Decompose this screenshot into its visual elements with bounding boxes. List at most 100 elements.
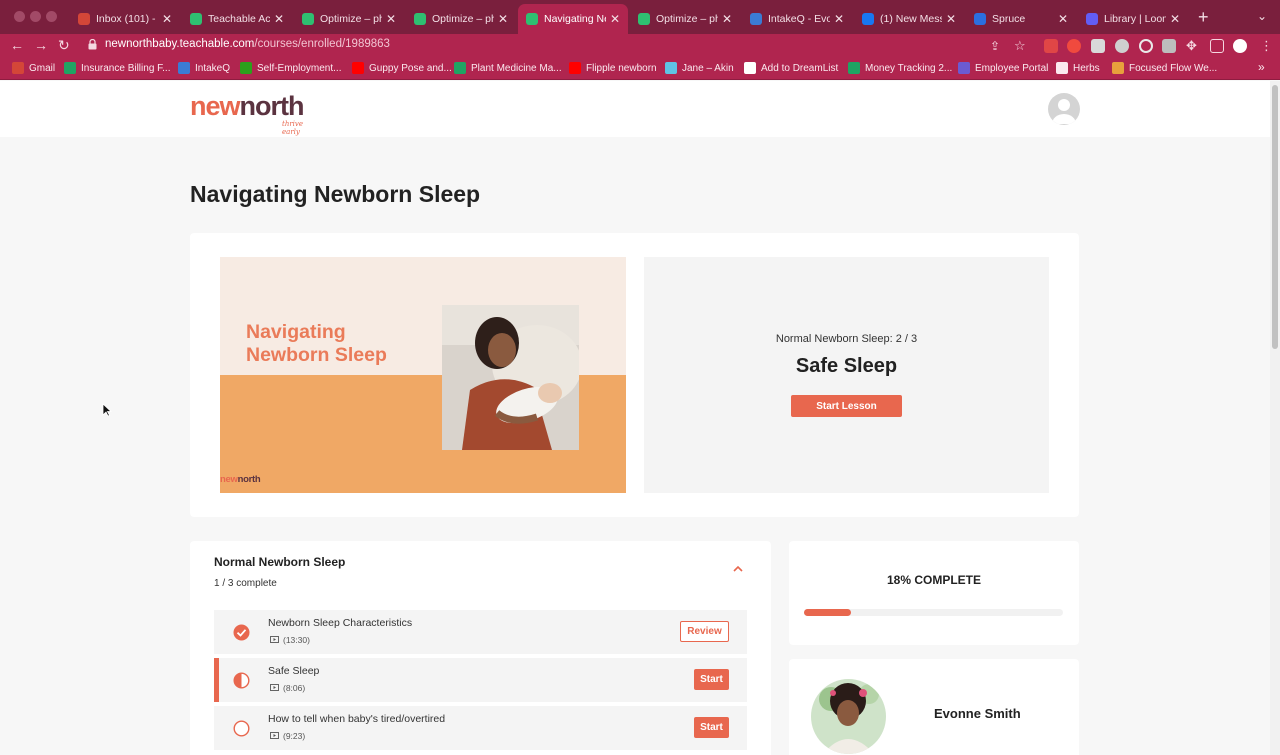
extension-icon-2[interactable] [1067,39,1081,53]
logo-new-text: new [190,91,241,121]
close-tab-icon[interactable]: ✕ [1170,12,1180,26]
bookmark-favicon-icon [848,62,860,74]
page-content: newnorth thrive early Navigating Newborn… [0,81,1280,755]
chevron-up-icon[interactable] [732,564,744,574]
url-path: /courses/enrolled/1989863 [254,38,390,50]
lesson-row[interactable]: Safe Sleep (8:06) Start [214,658,747,702]
browser-tab[interactable]: Inbox (101) - ev ✕ [70,6,180,31]
bookmark-favicon-icon [352,62,364,74]
lesson-name: How to tell when baby's tired/overtired [268,713,446,725]
lesson-duration-text: (9:23) [283,731,306,741]
bookmark-favicon-icon [178,62,190,74]
close-tab-icon[interactable]: ✕ [498,12,508,26]
profile-avatar-icon[interactable] [1233,39,1247,53]
bookmark-label: Focused Flow We... [1129,62,1218,74]
extension-icon-5[interactable] [1162,39,1176,53]
tab-title: Spruce [992,12,1026,25]
lesson-row[interactable]: Newborn Sleep Characteristics (13:30) Revi… [214,610,747,654]
browser-tab[interactable]: Navigating New ✕ [518,4,628,34]
bookmark-item[interactable]: IntakeQ [178,62,230,74]
bookmark-item[interactable]: Insurance Billing F... [64,62,171,74]
extension-icon-4[interactable] [1115,39,1129,53]
bookmark-item[interactable]: Money Tracking 2... [848,62,952,74]
site-header: newnorth thrive early [0,81,1270,137]
forward-arrow-icon[interactable]: → [34,37,48,53]
close-tab-icon[interactable]: ✕ [162,12,172,26]
bookmark-item[interactable]: Flipple newborn [569,62,657,74]
close-tab-icon[interactable]: ✕ [834,12,844,26]
lesson-start-button[interactable]: Start [694,669,729,690]
hero-mini-logo: newnorth [220,474,261,485]
share-icon[interactable]: ⇪ [990,39,1000,53]
close-window-button[interactable] [14,11,25,22]
video-icon [270,636,279,643]
close-tab-icon[interactable]: ✕ [274,12,284,26]
bookmark-label: Plant Medicine Ma... [471,62,562,74]
extension-icon-3[interactable] [1091,39,1105,53]
browser-menu-kebab-icon[interactable]: ⋮ [1260,38,1273,54]
bookmark-star-icon[interactable]: ☆ [1014,38,1026,54]
tab-favicon-icon [638,12,650,25]
lesson-start-button[interactable]: Start [694,717,729,738]
clock-extension-icon[interactable] [1139,39,1153,53]
tab-search-chevron-icon[interactable]: ⌄ [1257,9,1267,23]
close-tab-icon[interactable]: ✕ [722,12,732,26]
hero-mini-logo-b: north [237,474,261,485]
browser-tab[interactable]: Spruce ✕ [966,6,1076,31]
bookmark-favicon-icon [454,62,466,74]
progress-percent-label: 18% COMPLETE [886,573,982,587]
close-tab-icon[interactable]: ✕ [386,12,396,26]
page-scrollbar-thumb[interactable] [1272,85,1278,349]
bookmark-item[interactable]: Self-Employment... [240,62,341,74]
tab-favicon-icon [750,12,762,25]
more-bookmarks-chevron-icon[interactable]: » [1258,60,1265,74]
curriculum-section-card: Normal Newborn Sleep 1 / 3 complete Newb… [190,541,771,755]
zoom-window-button[interactable] [46,11,57,22]
lock-icon[interactable] [88,39,97,50]
tab-favicon-icon [414,12,426,25]
bookmark-item[interactable]: Focused Flow We... [1112,62,1217,74]
newnorth-logo[interactable]: newnorth thrive early [190,91,304,136]
next-lesson-section-label: Normal Newborn Sleep: 2 / 3 [775,333,918,345]
address-bar-input[interactable]: newnorthbaby.teachable.com/courses/enrol… [105,38,390,50]
hero-mini-logo-a: new [220,474,238,485]
bookmark-item[interactable]: Guppy Pose and... [352,62,452,74]
close-tab-icon[interactable]: ✕ [1058,12,1068,26]
lesson-row[interactable]: How to tell when baby's tired/overtired (… [214,706,747,750]
tab-title: Library | Loom [1104,12,1166,25]
browser-tab[interactable]: Optimize – pha ✕ [630,6,740,31]
close-tab-icon[interactable]: ✕ [610,12,620,26]
extension-icon-1[interactable] [1044,39,1058,53]
bookmark-item[interactable]: Herbs [1056,62,1100,74]
reload-icon[interactable]: ↻ [58,37,70,54]
lesson-duration: (9:23) [270,731,305,741]
user-avatar-icon[interactable] [1048,93,1080,125]
lesson-review-button[interactable]: Review [680,621,729,642]
side-panel-icon[interactable] [1210,39,1224,53]
bookmark-item[interactable]: Plant Medicine Ma... [454,62,562,74]
browser-tab[interactable]: Teachable Acco ✕ [182,6,292,31]
bookmark-item[interactable]: Employee Portal [958,62,1048,74]
bookmark-favicon-icon [665,62,677,74]
bookmark-item[interactable]: Add to DreamList [744,62,838,74]
browser-tab[interactable]: Optimize – pha ✕ [294,6,404,31]
close-tab-icon[interactable]: ✕ [946,12,956,26]
bookmark-item[interactable]: Gmail [12,62,55,74]
new-tab-plus-icon[interactable]: + [1198,7,1209,28]
browser-tab[interactable]: Optimize – pha ✕ [406,6,516,31]
browser-tab[interactable]: Library | Loom ✕ [1078,6,1188,31]
lesson-name: Newborn Sleep Characteristics [268,617,413,629]
lesson-duration-text: (8:06) [283,683,306,693]
back-arrow-icon[interactable]: ← [10,37,24,53]
browser-tab[interactable]: (1) New Messa ✕ [854,6,964,31]
course-hero-image[interactable]: Navigating Newborn Sleep newnorth [220,257,626,493]
start-lesson-button[interactable]: Start Lesson [791,395,902,417]
browser-tab[interactable]: IntakeQ - Evon ✕ [742,6,852,31]
tab-favicon-icon [1086,12,1098,25]
author-name: Evonne Smith [934,706,1021,721]
course-title: Navigating Newborn Sleep [190,181,481,207]
puzzle-extensions-icon[interactable]: ✥ [1186,38,1197,54]
minimize-window-button[interactable] [30,11,41,22]
bookmark-item[interactable]: Jane – Akin [665,62,734,74]
tab-title: Optimize – pha [432,12,494,25]
